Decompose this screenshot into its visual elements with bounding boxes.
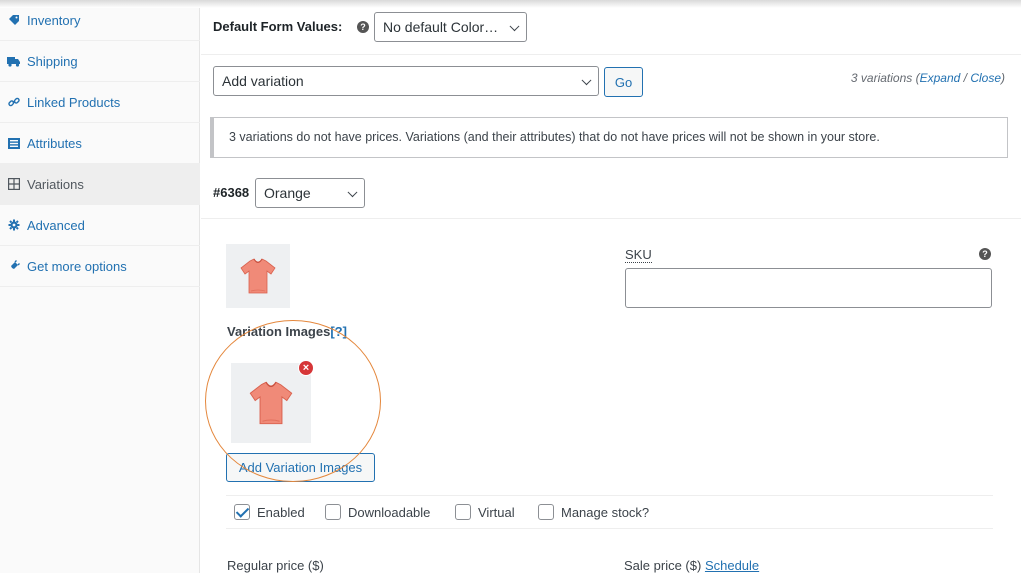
tshirt-image [249, 381, 293, 425]
remove-image-icon[interactable]: × [298, 360, 314, 376]
variation-images-label: Variation Images[?] [227, 324, 347, 339]
missing-prices-notice: 3 variations do not have prices. Variati… [210, 117, 1008, 158]
add-variation-images-button[interactable]: Add Variation Images [226, 453, 375, 482]
plugin-icon [6, 258, 22, 274]
product-data-tabs: Inventory Shipping Linked Products Attri… [0, 0, 200, 573]
tshirt-image [240, 258, 276, 294]
sidebar-item-label: Shipping [27, 53, 78, 69]
sidebar-item-attributes[interactable]: Attributes [0, 123, 200, 164]
sidebar-item-linked-products[interactable]: Linked Products [0, 82, 200, 123]
chevron-down-icon [347, 187, 358, 198]
list-icon [6, 135, 22, 151]
variation-options-row: Enabled Downloadable Virtual Manage stoc… [226, 495, 993, 529]
truck-icon [6, 53, 22, 69]
default-color-select[interactable]: No default Color… [374, 12, 527, 42]
tag-icon [6, 12, 22, 28]
enabled-label: Enabled [257, 504, 305, 520]
variation-color-value: Orange [264, 185, 311, 201]
top-shadow [0, 0, 1021, 8]
schedule-link[interactable]: Schedule [705, 558, 759, 573]
variations-panel: Default Form Values: ? No default Color…… [201, 0, 1021, 573]
sidebar-item-label: Inventory [27, 12, 81, 28]
downloadable-option[interactable]: Downloadable [325, 504, 430, 520]
variation-actions-select[interactable]: Add variation [213, 66, 599, 96]
variation-color-select[interactable]: Orange [255, 178, 365, 208]
downloadable-checkbox[interactable] [325, 504, 341, 520]
sale-price-label: Sale price ($) Schedule [624, 558, 759, 573]
grid-icon [6, 176, 22, 192]
help-icon[interactable]: ? [357, 21, 369, 33]
virtual-option[interactable]: Virtual [455, 504, 515, 520]
manage-stock-option[interactable]: Manage stock? [538, 504, 649, 520]
sidebar-item-variations[interactable]: Variations [0, 164, 200, 205]
close-link[interactable]: Close [970, 71, 1001, 85]
sidebar-item-label: Advanced [27, 217, 85, 233]
sale-price-label-text: Sale price ($) [624, 558, 702, 573]
variations-count-end: ) [1001, 71, 1005, 85]
manage-stock-label: Manage stock? [561, 504, 650, 520]
sidebar-item-get-more-options[interactable]: Get more options [0, 246, 200, 287]
chevron-down-icon [581, 75, 592, 86]
variation-images-help-link[interactable]: [?] [330, 324, 347, 339]
downloadable-label: Downloadable [348, 504, 431, 520]
sidebar-item-label: Get more options [27, 258, 127, 274]
gear-icon [6, 217, 22, 233]
variation-images-label-text: Variation Images [227, 324, 331, 339]
default-form-values-label: Default Form Values: [213, 19, 343, 34]
link-icon [6, 94, 22, 110]
variations-count-text: 3 variations ( [850, 71, 920, 85]
expand-link[interactable]: Expand [920, 71, 961, 85]
sku-input[interactable] [625, 268, 992, 308]
variation-header[interactable]: #6368 Orange [201, 170, 1021, 219]
default-color-value: No default Color… [383, 19, 499, 35]
virtual-label: Virtual [478, 504, 515, 520]
help-icon[interactable]: ? [979, 248, 991, 260]
go-button[interactable]: Go [604, 67, 643, 97]
sidebar-item-label: Attributes [27, 135, 82, 151]
virtual-checkbox[interactable] [455, 504, 471, 520]
variations-count: 3 variations (Expand / Close) [851, 71, 1005, 85]
enabled-option[interactable]: Enabled [234, 504, 305, 520]
sidebar-item-label: Variations [27, 176, 84, 192]
default-form-values-row: Default Form Values: ? No default Color… [201, 0, 1021, 55]
chevron-down-icon [509, 21, 520, 32]
sidebar-item-shipping[interactable]: Shipping [0, 41, 200, 82]
manage-stock-checkbox[interactable] [538, 504, 554, 520]
variation-id: #6368 [213, 185, 250, 200]
sidebar-item-advanced[interactable]: Advanced [0, 205, 200, 246]
sidebar-item-label: Linked Products [27, 94, 121, 110]
variation-thumbnail[interactable] [226, 244, 290, 308]
regular-price-label: Regular price ($) [227, 558, 324, 573]
separator: / [960, 71, 971, 85]
enabled-checkbox[interactable] [234, 504, 250, 520]
sku-label: SKU [625, 247, 652, 263]
variation-image-item[interactable] [231, 363, 311, 443]
variation-action-value: Add variation [222, 73, 304, 89]
